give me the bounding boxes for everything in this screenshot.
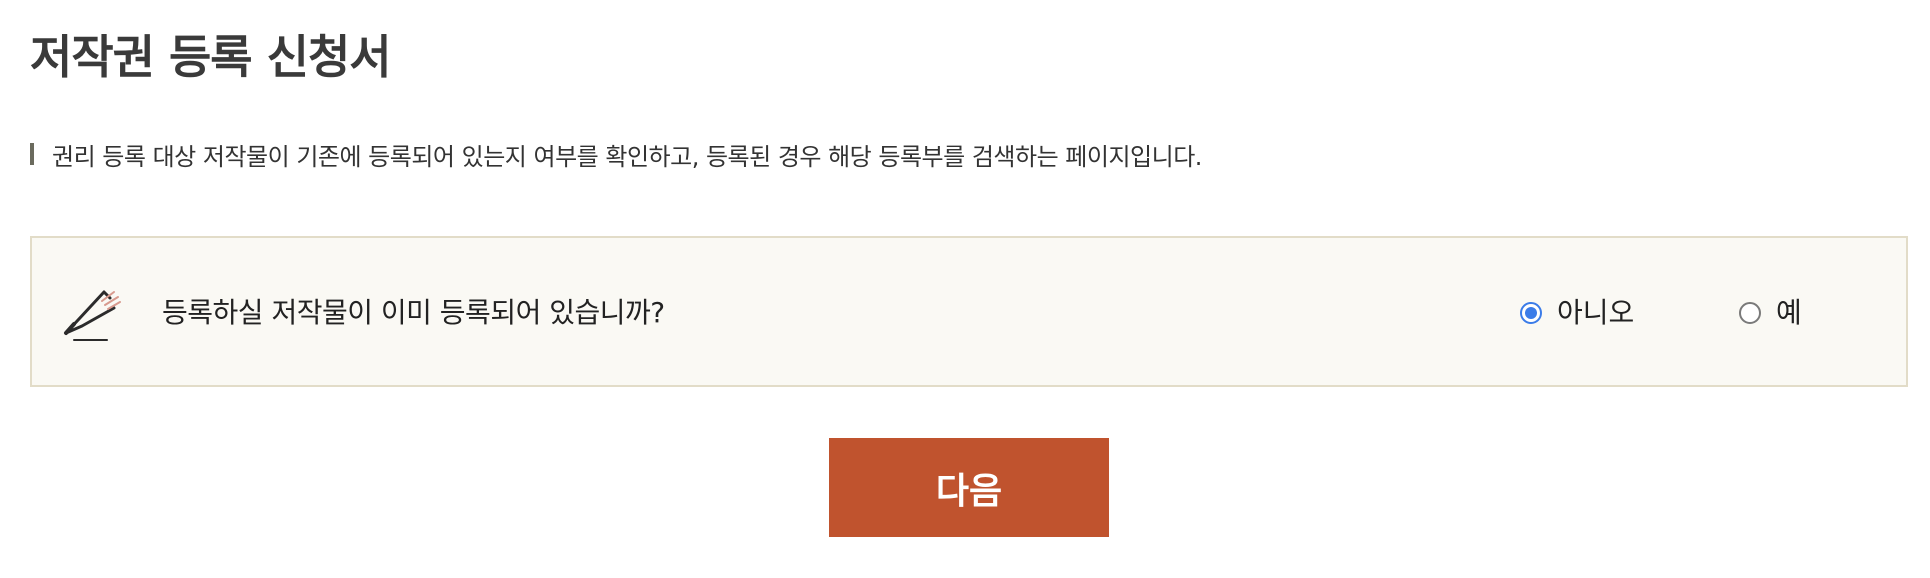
description-bar [30,143,34,165]
radio-label-no: 아니오 [1557,296,1635,329]
radio-label-yes: 예 [1776,296,1802,329]
page-title: 저작권 등록 신청서 [30,30,392,84]
page-description: 권리 등록 대상 저작물이 기존에 등록되어 있는지 여부를 확인하고, 등록된… [30,138,1202,171]
radio-option-no[interactable]: 아니오 [1520,296,1634,330]
registration-question-box: 등록하실 저작물이 이미 등록되어 있습니까? 아니오 예 [30,236,1908,387]
next-button[interactable]: 다음 [829,438,1109,537]
radio-option-yes[interactable]: 예 [1739,296,1802,330]
radio-button-yes[interactable] [1739,302,1761,324]
description-text: 권리 등록 대상 저작물이 기존에 등록되어 있는지 여부를 확인하고, 등록된… [52,142,1202,171]
radio-button-no[interactable] [1520,302,1542,324]
question-text: 등록하실 저작물이 이미 등록되어 있습니까? [162,296,665,329]
pen-icon [62,278,128,348]
